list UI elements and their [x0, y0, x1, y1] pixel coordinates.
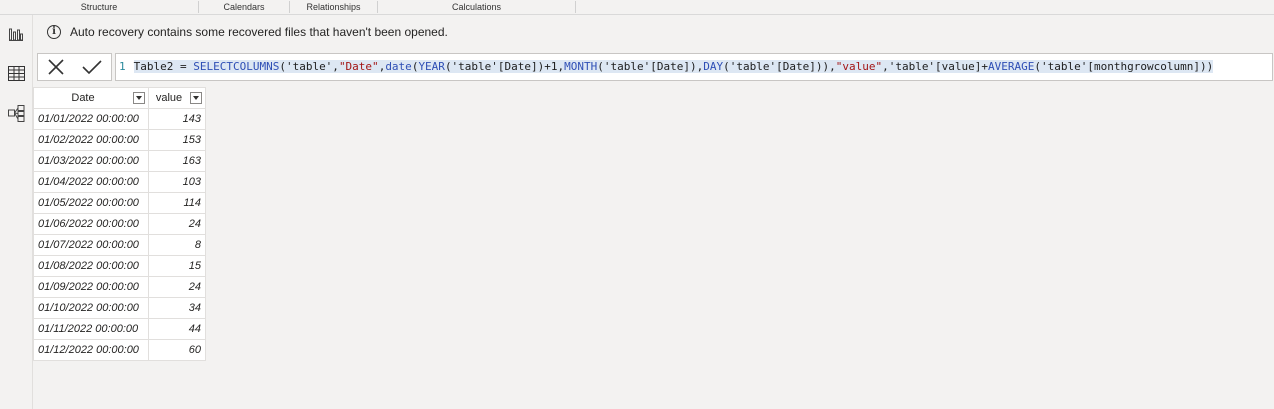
table-view-button[interactable] [4, 61, 28, 85]
date-cell[interactable]: 01/11/2022 00:00:00 [33, 318, 149, 340]
formula-commit-buttons [37, 53, 112, 81]
date-cell[interactable]: 01/04/2022 00:00:00 [33, 171, 149, 193]
date-cell[interactable]: 01/12/2022 00:00:00 [33, 339, 149, 361]
value-cell[interactable]: 60 [148, 339, 206, 361]
value-cell[interactable]: 24 [148, 276, 206, 298]
formula-token: ('table'[Date])+1, [444, 60, 565, 73]
formula-token: ,'table'[value]+ [882, 60, 989, 73]
chevron-down-icon [136, 96, 142, 100]
value-cell[interactable]: 163 [148, 150, 206, 172]
report-view-icon [9, 28, 23, 41]
value-cell[interactable]: 153 [148, 129, 206, 151]
model-view-icon [7, 104, 24, 122]
column-filter-dropdown-value[interactable] [190, 92, 202, 104]
table-row[interactable]: 01/03/2022 00:00:00 163 [33, 150, 206, 172]
value-cell[interactable]: 34 [148, 297, 206, 319]
ribbon-group-labels: Structure Calendars Relationships Calcul… [0, 0, 1274, 15]
table-row[interactable]: 01/11/2022 00:00:00 44 [33, 318, 206, 340]
formula-text: Table2 = SELECTCOLUMNS('table',"Date",da… [133, 60, 1214, 73]
model-view-button[interactable] [4, 101, 28, 125]
table-view-icon [7, 65, 25, 81]
formula-token: Table2 = [133, 60, 194, 73]
table-row[interactable]: 01/05/2022 00:00:00 114 [33, 192, 206, 214]
formula-line-number: 1 [119, 60, 126, 73]
formula-token: DAY [703, 60, 724, 73]
formula-token: ('table'[Date])), [723, 60, 836, 73]
date-cell[interactable]: 01/08/2022 00:00:00 [33, 255, 149, 277]
value-cell[interactable]: 24 [148, 213, 206, 235]
close-icon [48, 59, 64, 75]
table-row[interactable]: 01/06/2022 00:00:00 24 [33, 213, 206, 235]
column-filter-dropdown-date[interactable] [133, 92, 145, 104]
date-cell[interactable]: 01/02/2022 00:00:00 [33, 129, 149, 151]
formula-token: ('table', [279, 60, 339, 73]
column-header-label: value [155, 92, 183, 104]
data-table: Date value 01/01/2022 00:00:00 143 01/02/2… [33, 87, 206, 361]
ribbon-group-calculations: Calculations [378, 1, 576, 13]
view-nav-rail [0, 15, 33, 409]
commit-formula-button[interactable] [82, 59, 102, 75]
formula-input[interactable]: 1 Table2 = SELECTCOLUMNS('table',"Date",d… [115, 53, 1273, 81]
value-cell[interactable]: 8 [148, 234, 206, 256]
value-cell[interactable]: 103 [148, 171, 206, 193]
value-cell[interactable]: 143 [148, 108, 206, 130]
chevron-down-icon [193, 96, 199, 100]
formula-token: YEAR [418, 60, 445, 73]
date-cell[interactable]: 01/07/2022 00:00:00 [33, 234, 149, 256]
ribbon-group-structure: Structure [0, 1, 199, 13]
date-cell[interactable]: 01/03/2022 00:00:00 [33, 150, 149, 172]
ribbon-group-relationships: Relationships [290, 1, 378, 13]
date-cell[interactable]: 01/09/2022 00:00:00 [33, 276, 149, 298]
value-cell[interactable]: 44 [148, 318, 206, 340]
checkmark-icon [82, 60, 102, 75]
value-cell[interactable]: 15 [148, 255, 206, 277]
formula-bar: 1 Table2 = SELECTCOLUMNS('table',"Date",d… [37, 53, 1273, 81]
formula-token: "value" [835, 60, 883, 73]
formula-token: date [385, 60, 412, 73]
table-row[interactable]: 01/12/2022 00:00:00 60 [33, 339, 206, 361]
report-view-button[interactable] [4, 22, 28, 46]
table-row[interactable]: 01/04/2022 00:00:00 103 [33, 171, 206, 193]
cancel-formula-button[interactable] [47, 58, 65, 76]
column-header-label: Date [71, 92, 95, 104]
date-cell[interactable]: 01/05/2022 00:00:00 [33, 192, 149, 214]
formula-token: SELECTCOLUMNS [193, 60, 280, 73]
date-cell[interactable]: 01/10/2022 00:00:00 [33, 297, 149, 319]
ribbon-group-calendars: Calendars [199, 1, 290, 13]
table-row[interactable]: 01/09/2022 00:00:00 24 [33, 276, 206, 298]
table-row[interactable]: 01/02/2022 00:00:00 153 [33, 129, 206, 151]
table-row[interactable]: 01/08/2022 00:00:00 15 [33, 255, 206, 277]
auto-recovery-message: Auto recovery contains some recovered fi… [70, 25, 448, 39]
table-row[interactable]: 01/10/2022 00:00:00 34 [33, 297, 206, 319]
auto-recovery-infobar: i Auto recovery contains some recovered … [33, 15, 1274, 49]
formula-token: AVERAGE [988, 60, 1035, 73]
table-body: 01/01/2022 00:00:00 143 01/02/2022 00:00:0… [33, 108, 206, 361]
formula-token: ('table'[Date]), [597, 60, 704, 73]
formula-token: MONTH [564, 60, 598, 73]
table-row[interactable]: 01/07/2022 00:00:00 8 [33, 234, 206, 256]
formula-token: "Date" [338, 60, 379, 73]
table-row[interactable]: 01/01/2022 00:00:00 143 [33, 108, 206, 130]
date-cell[interactable]: 01/06/2022 00:00:00 [33, 213, 149, 235]
value-cell[interactable]: 114 [148, 192, 206, 214]
info-icon: i [47, 25, 61, 39]
column-header-date[interactable]: Date [33, 87, 149, 109]
formula-token: ('table'[monthgrowcolumn])) [1034, 60, 1214, 73]
column-header-value[interactable]: value [148, 87, 206, 109]
date-cell[interactable]: 01/01/2022 00:00:00 [33, 108, 149, 130]
